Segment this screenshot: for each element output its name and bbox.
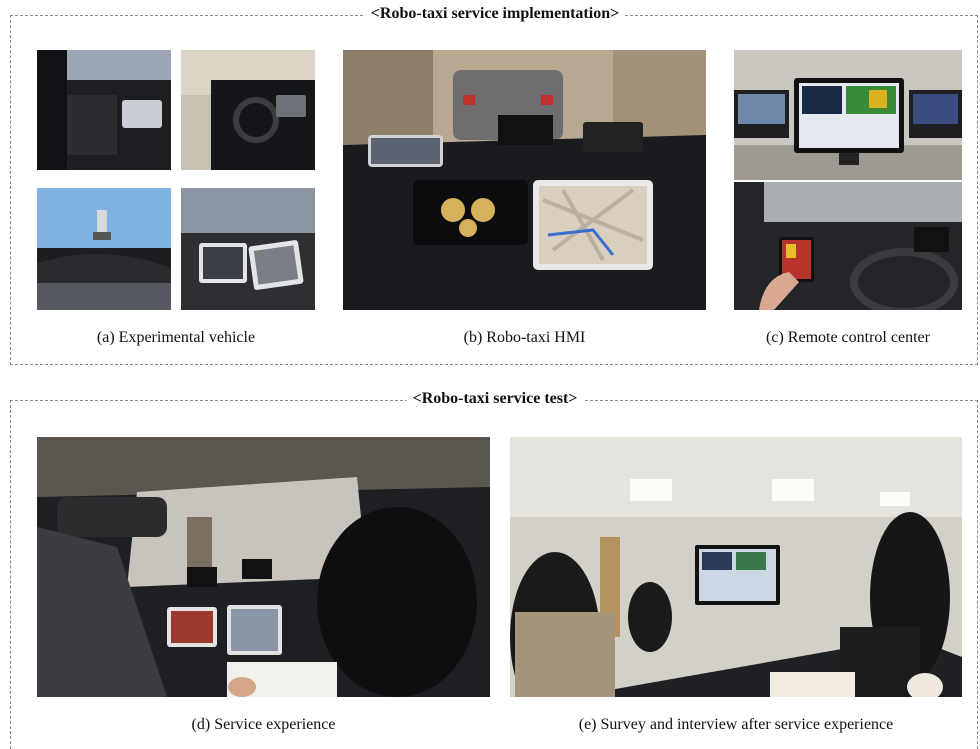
- vehicle-tablet-mount-photo: [181, 188, 315, 310]
- vehicle-interior-photo-1: [37, 50, 171, 170]
- caption-e: (e) Survey and interview after service e…: [578, 716, 894, 733]
- vehicle-roof-sensor-photo: [37, 188, 171, 310]
- survey-interview-photo: [510, 437, 962, 697]
- caption-c: (c) Remote control center: [766, 329, 930, 346]
- caption-d: (d) Service experience: [191, 716, 336, 733]
- caption-a: (a) Experimental vehicle: [96, 329, 256, 346]
- caption-b: (b) Robo-taxi HMI: [463, 329, 586, 346]
- robo-taxi-hmi-photo: [343, 50, 706, 310]
- remote-in-car-tablet-photo: [734, 182, 962, 310]
- implementation-section-title: <Robo-taxi service implementation>: [364, 5, 626, 23]
- vehicle-interior-photo-2: [181, 50, 315, 170]
- service-experience-photo: [37, 437, 490, 697]
- test-section-title: <Robo-taxi service test>: [406, 390, 584, 408]
- remote-monitors-photo: [734, 50, 962, 180]
